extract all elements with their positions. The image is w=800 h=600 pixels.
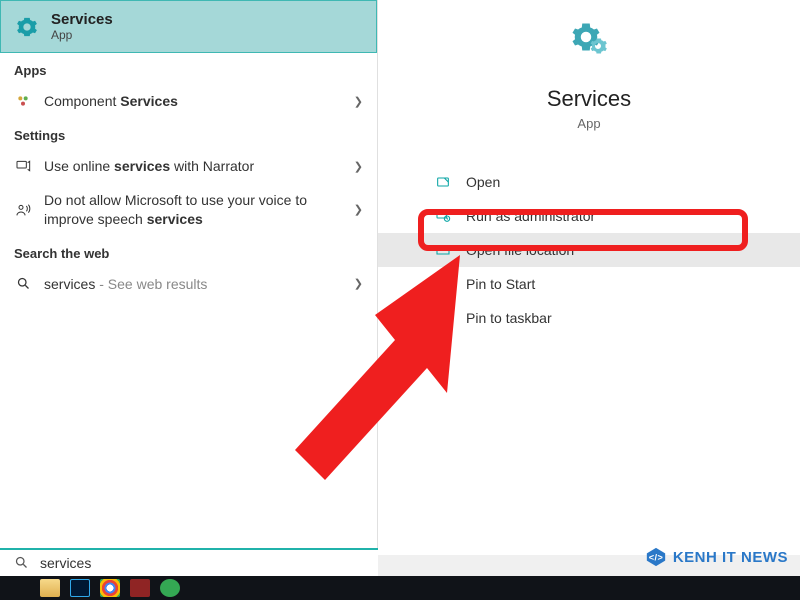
settings-section-header: Settings (0, 118, 377, 149)
pin-icon (434, 275, 452, 293)
detail-subtitle: App (577, 116, 600, 131)
speech-icon (14, 201, 32, 219)
search-icon (14, 555, 30, 571)
ctx-label: Run as administrator (466, 208, 595, 224)
ctx-label: Open file location (466, 242, 574, 258)
watermark: </> KENH IT NEWS (645, 546, 788, 568)
context-menu: Open Run as administrator Open file loca… (378, 165, 800, 335)
services-gear-icon (571, 22, 607, 58)
best-match-title: Services (51, 11, 113, 28)
result-web-services[interactable]: services - See web results ❯ (0, 267, 377, 301)
taskbar-photoshop-icon[interactable] (70, 579, 90, 597)
pin-icon (434, 309, 452, 327)
search-input[interactable] (40, 555, 364, 571)
ctx-open-file-location[interactable]: Open file location (378, 233, 800, 267)
search-bar[interactable] (0, 548, 378, 576)
search-results-panel: Services App Apps Component Services ❯ S… (0, 0, 378, 555)
ctx-pin-to-taskbar[interactable]: Pin to taskbar (378, 301, 800, 335)
ctx-label: Open (466, 174, 500, 190)
detail-panel: Services App Open Run as administrator O… (378, 0, 800, 555)
component-services-icon (14, 92, 32, 110)
svg-text:</>: </> (649, 553, 664, 563)
result-label: Do not allow Microsoft to use your voice… (44, 191, 342, 227)
narrator-icon (14, 157, 32, 175)
search-icon (14, 275, 32, 293)
result-label: Use online services with Narrator (44, 157, 342, 175)
ctx-open[interactable]: Open (378, 165, 800, 199)
result-label: services - See web results (44, 275, 342, 293)
ctx-label: Pin to Start (466, 276, 535, 292)
ctx-label: Pin to taskbar (466, 310, 552, 326)
best-match-item[interactable]: Services App (0, 0, 377, 53)
taskbar-file-explorer-icon[interactable] (40, 579, 60, 597)
taskbar (0, 576, 800, 600)
taskbar-app-icon[interactable] (130, 579, 150, 597)
chevron-right-icon: ❯ (354, 203, 363, 216)
ctx-run-as-admin[interactable]: Run as administrator (378, 199, 800, 233)
open-icon (434, 173, 452, 191)
chevron-right-icon: ❯ (354, 277, 363, 290)
ctx-pin-to-start[interactable]: Pin to Start (378, 267, 800, 301)
apps-section-header: Apps (0, 53, 377, 84)
result-speech-services[interactable]: Do not allow Microsoft to use your voice… (0, 183, 377, 235)
detail-title: Services (547, 86, 631, 112)
folder-icon (434, 241, 452, 259)
chevron-right-icon: ❯ (354, 160, 363, 173)
best-match-subtitle: App (51, 28, 113, 42)
taskbar-chrome-icon[interactable] (100, 579, 120, 597)
web-section-header: Search the web (0, 236, 377, 267)
result-label: Component Services (44, 92, 342, 110)
services-gear-icon (15, 15, 39, 39)
result-component-services[interactable]: Component Services ❯ (0, 84, 377, 118)
taskbar-app-icon[interactable] (160, 579, 180, 597)
result-narrator-services[interactable]: Use online services with Narrator ❯ (0, 149, 377, 183)
admin-icon (434, 207, 452, 225)
chevron-right-icon: ❯ (354, 95, 363, 108)
